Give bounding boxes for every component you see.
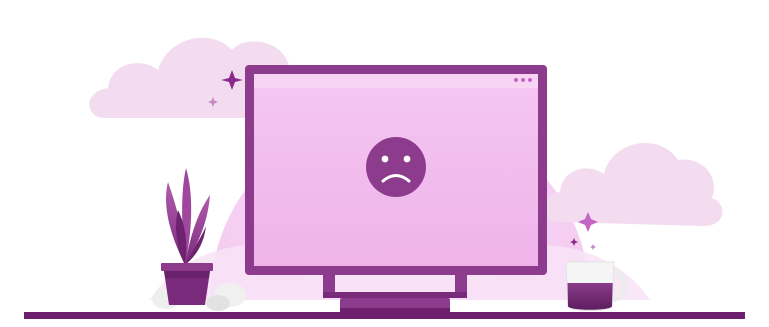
window-dots-icon	[514, 78, 532, 82]
cloud-icon	[544, 143, 723, 226]
illustration-canvas	[24, 37, 745, 319]
sad-face-icon	[366, 137, 426, 197]
error-illustration	[0, 0, 769, 327]
floor-line	[24, 312, 745, 319]
